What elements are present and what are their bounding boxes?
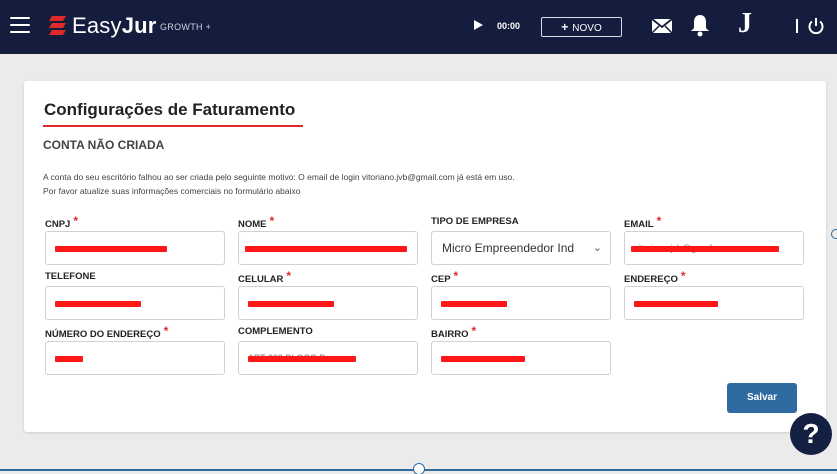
title-underline: [43, 125, 303, 127]
cep-label: CEP *: [431, 269, 459, 285]
brand-prefix: Easy: [72, 13, 122, 38]
company-type-value: Micro Empreendedor Ind: [442, 241, 575, 255]
plus-icon: +: [561, 20, 569, 34]
scroll-handle-icon[interactable]: [831, 229, 837, 239]
redacted-value: [441, 356, 525, 362]
save-button[interactable]: Salvar: [727, 383, 797, 413]
billing-settings-card: Configurações de Faturamento CONTA NÃO C…: [24, 81, 826, 432]
avatar[interactable]: J: [738, 8, 752, 40]
redacted-value: [634, 301, 718, 307]
cnpj-field[interactable]: [45, 231, 225, 265]
complement-field[interactable]: APT 302 BLOCO B: [238, 341, 418, 375]
address-number-field[interactable]: [45, 341, 225, 375]
bottom-handle-icon[interactable]: [413, 463, 425, 474]
plan-label: GROWTH +: [160, 22, 212, 32]
error-message: A conta do seu escritório falhou ao ser …: [43, 172, 515, 182]
nome-field[interactable]: [238, 231, 418, 265]
help-button[interactable]: ?: [790, 413, 832, 455]
chevron-down-icon: ⌄: [592, 242, 602, 254]
page-title: Configurações de Faturamento: [44, 100, 296, 119]
email-field[interactable]: vitoriano.jvb@gmail.com: [624, 231, 804, 265]
timer-display: 00:00: [497, 21, 521, 31]
cnpj-label: CNPJ *: [45, 214, 79, 230]
phone-field[interactable]: [45, 286, 225, 320]
brand-name[interactable]: EasyJur: [72, 13, 157, 39]
new-button-label: NOVO: [572, 23, 602, 34]
complement-label: COMPLEMENTO: [238, 326, 313, 337]
cep-field[interactable]: [431, 286, 611, 320]
easyjur-logo-icon: [49, 16, 66, 35]
power-icon[interactable]: [807, 17, 825, 35]
new-button[interactable]: + NOVO: [541, 17, 622, 37]
redacted-value: [55, 301, 141, 307]
address-number-label: NÚMERO DO ENDEREÇO *: [45, 324, 169, 340]
redacted-value: [245, 246, 407, 252]
mobile-label: CELULAR *: [238, 269, 292, 285]
redacted-value: [248, 356, 356, 362]
redacted-value: [441, 301, 507, 307]
address-label: ENDEREÇO *: [624, 269, 686, 285]
nome-label: NOME *: [238, 214, 275, 230]
top-navbar: EasyJur GROWTH + 00:00 + NOVO J: [0, 0, 837, 54]
bell-icon[interactable]: [690, 13, 710, 37]
mobile-field[interactable]: [238, 286, 418, 320]
nav-divider: [796, 19, 798, 33]
neighborhood-field[interactable]: [431, 341, 611, 375]
address-field[interactable]: [624, 286, 804, 320]
redacted-value: [55, 246, 167, 252]
company-type-label: TIPO DE EMPRESA: [431, 216, 519, 227]
account-status: CONTA NÃO CRIADA: [43, 138, 165, 152]
brand-bold: Jur: [121, 13, 157, 38]
company-type-select[interactable]: Micro Empreendedor Ind ⌄: [431, 231, 611, 265]
redacted-value: [631, 246, 779, 252]
instruction-message: Por favor atualize suas informações come…: [43, 186, 301, 196]
menu-icon[interactable]: [10, 17, 30, 33]
neighborhood-label: BAIRRO *: [431, 324, 477, 340]
redacted-value: [55, 356, 83, 362]
phone-label: TELEFONE: [45, 271, 96, 282]
redacted-value: [248, 301, 334, 307]
mail-icon[interactable]: [651, 17, 673, 35]
play-icon[interactable]: [474, 20, 483, 30]
email-label: EMAIL *: [624, 214, 662, 230]
